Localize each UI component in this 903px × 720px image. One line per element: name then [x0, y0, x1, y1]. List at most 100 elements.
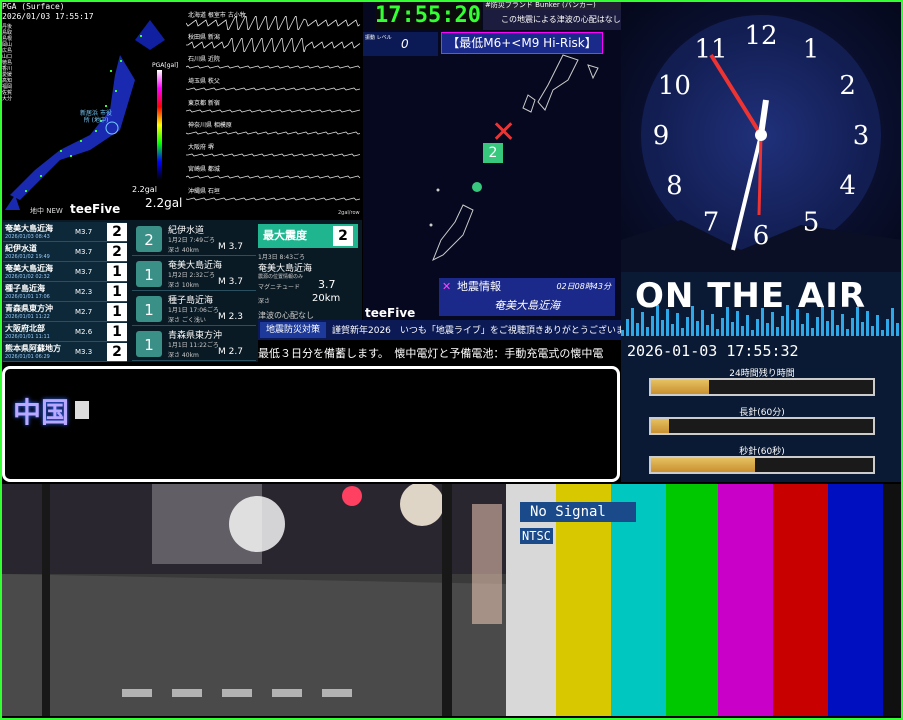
on-air-title: ON THE AIR	[635, 276, 867, 316]
spectrum-bar	[886, 319, 889, 336]
spectrum-bar	[731, 322, 734, 336]
spectrum-bar	[836, 325, 839, 336]
ticker-bottom: 最低３日分を備蓄します。 懐中電灯と予備電池：手動充電式の懐中電	[258, 342, 621, 364]
detail-date: 1月2日 2:32ごろ	[168, 272, 216, 279]
ticker-label: 地震防災対策	[260, 322, 326, 338]
eq-name: 青森県東方沖	[5, 304, 53, 313]
new-label: 地中 NEW	[30, 207, 63, 215]
spectrum-bar	[841, 314, 844, 336]
eq-mag: M3.7	[75, 228, 93, 236]
waveform-trace	[186, 153, 361, 157]
pga-legend-item: 大分	[2, 96, 13, 102]
pga-gal-small: 2.2gal	[132, 185, 157, 194]
eq-name: 紀伊水道	[5, 244, 37, 253]
spectrum-bar	[681, 328, 684, 336]
eq-mag: M2.6	[75, 328, 93, 336]
earthquake-detail-row: 1 青森県東方沖 1月1日 11:22ごろ 深さ 40km M 2.7	[132, 327, 256, 361]
eq-mag: M3.7	[75, 268, 93, 276]
spectrum-bar	[806, 313, 809, 336]
eq-date: 2026/01/01 17:06	[5, 294, 50, 300]
clock-number: 6	[753, 221, 770, 251]
spectrum-bar	[631, 308, 634, 336]
eq-mag: M2.3	[75, 288, 93, 296]
pga-color-scale	[157, 70, 162, 180]
ticker-top: 地震防災対策 謹賀新年2026 いつも「地震ライブ」をご視聴頂きありがとうござい…	[258, 320, 638, 340]
eq-name: 奄美大島近海	[5, 224, 53, 233]
spectrum-bar	[636, 323, 639, 336]
detail-shindo-badge: 1	[136, 296, 162, 322]
spectrum-bar	[776, 327, 779, 336]
spectrum-bar	[751, 330, 754, 336]
waveform-trace	[186, 87, 361, 91]
text-cursor	[75, 401, 89, 419]
display-text: 中国	[13, 396, 70, 429]
eq-date: 2026/01/02 02:32	[5, 274, 50, 280]
detail-shindo-badge: 1	[136, 331, 162, 357]
vibration-level: 振動 レベル 0	[363, 32, 438, 56]
eq-date: 2026/01/01 11:11	[5, 334, 50, 340]
risk-banner: 【最低M6+<M9 Hi-Risk】	[441, 32, 603, 54]
spectrum-bar	[881, 330, 884, 336]
clock-number: 7	[703, 208, 720, 238]
info-time: 1月3日 8:43ごろ	[258, 254, 306, 261]
spectrum-bar	[621, 330, 624, 336]
clock-number: 3	[853, 121, 870, 151]
quake-info-title-text: 地震情報	[457, 280, 501, 293]
spectrum-bar	[781, 316, 784, 336]
detail-depth: 深さ 10km	[168, 282, 199, 289]
earthquake-list-row: 大阪府北部 2026/01/01 11:11 M2.6 1	[3, 322, 127, 342]
vibration-level-value: 0	[401, 37, 409, 51]
clock-number: 9	[653, 121, 670, 151]
spectrum-bar	[711, 314, 714, 336]
street-scene-image	[2, 484, 506, 716]
street-camera-feed	[2, 484, 506, 716]
spectrum-bar	[766, 323, 769, 336]
eq-date: 2026/01/03 08:43	[5, 234, 50, 240]
spectrum-bar	[661, 320, 664, 336]
info-mag-value: 3.7	[318, 278, 336, 291]
spectrum-bar	[716, 329, 719, 336]
spectrum-bar	[891, 308, 894, 336]
eq-shindo: 1	[107, 323, 127, 341]
eq-date: 2026/01/01 11:22	[5, 314, 50, 320]
spectrum-bar	[626, 319, 629, 336]
vibration-level-label: 振動 レベル	[365, 35, 392, 41]
teefive-logo-map: teeFive	[365, 306, 416, 320]
no-signal-label: No Signal	[520, 502, 636, 522]
spectrum-bar	[791, 320, 794, 336]
spectrum-bar	[676, 313, 679, 336]
eq-date: 2026/01/01 06:29	[5, 354, 50, 360]
color-bars-feed: No Signal NTSC	[506, 484, 903, 716]
on-air-panel: ON THE AIR 2026-01-03 17:55:32 24時間残り時間長…	[621, 272, 903, 482]
progress-bar	[649, 417, 875, 435]
progress-fill	[651, 419, 669, 433]
pga-header: PGA (Surface)	[2, 2, 65, 11]
max-intensity-value: 2	[333, 226, 353, 246]
spectrum-bar	[876, 315, 879, 336]
spectrum-bar	[721, 318, 724, 336]
detail-shindo-badge: 1	[136, 261, 162, 287]
eq-shindo: 1	[107, 303, 127, 321]
spectrum-bar	[706, 325, 709, 336]
clock-number: 10	[658, 71, 691, 101]
analog-clock-panel: 12 1 2 3 4 5 6 7 8 9 10 11	[621, 0, 903, 272]
marker-shindo: 2	[483, 143, 503, 163]
ticker-line-2: 最低３日分を備蓄します。 懐中電灯と予備電池：手動充電式の懐中電	[258, 347, 604, 360]
spectrum-bar	[741, 326, 744, 336]
pga-datetime: 2026/01/03 17:55:17	[2, 12, 94, 21]
ntsc-label: NTSC	[520, 528, 553, 544]
eq-name: 奄美大島近海	[5, 264, 53, 273]
clock-number: 8	[666, 171, 683, 201]
tsunami-map-panel: 17:55:20 #防災ブランド Bunker (バンカー) この地震による津波…	[363, 0, 621, 322]
detail-date: 1月1日 17:06ごろ	[168, 307, 219, 314]
clock-number: 11	[694, 34, 727, 64]
detail-mag: M 3.7	[218, 242, 243, 252]
clock-number: 5	[803, 208, 820, 238]
earthquake-list-row: 紀伊水道 2026/01/02 19:49 M3.7 2	[3, 242, 127, 262]
earthquake-list: 奄美大島近海 2026/01/03 08:43 M3.7 2 紀伊水道 2026/01/0…	[0, 220, 130, 362]
earthquake-list-row: 青森県東方沖 2026/01/01 11:22 M2.7 1	[3, 302, 127, 322]
progress-bar	[649, 378, 875, 396]
pga-scale-label: PGA[gal]	[152, 62, 179, 69]
max-intensity-label: 最大震度	[263, 229, 307, 242]
clock-number: 1	[803, 34, 820, 64]
